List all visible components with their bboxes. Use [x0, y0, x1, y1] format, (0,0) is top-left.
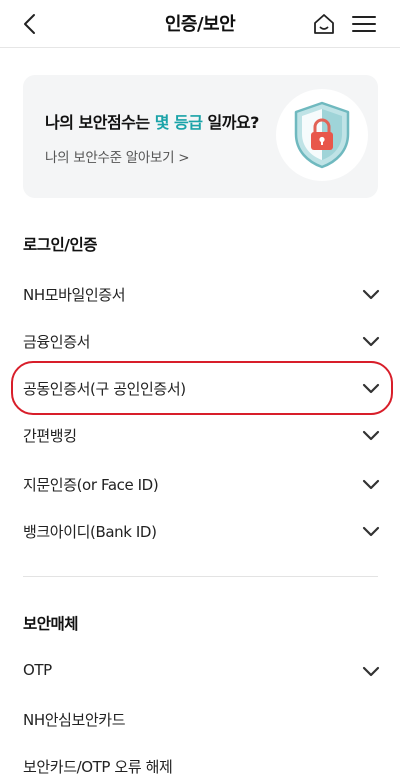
- menu-item-label: NH안심보안카드: [23, 711, 126, 729]
- page-title: 인증/보안: [164, 14, 236, 35]
- security-score-card[interactable]: 나의 보안점수는 몇 등급 일까요? 나의 보안수준 알아보기 >: [23, 75, 378, 198]
- top-bar: 인증/보안: [0, 0, 400, 48]
- security-level-link-text: 나의 보안수준 알아보기: [45, 150, 175, 166]
- menu-item-financial-cert[interactable]: 금융인증서: [0, 319, 400, 363]
- chevron-down-icon: [362, 383, 380, 394]
- score-title-part-1: 나의 보안점수는: [45, 113, 155, 132]
- menu-item-simple-banking[interactable]: 간편뱅킹: [0, 413, 400, 457]
- chevron-down-icon: [362, 479, 380, 490]
- security-level-link[interactable]: 나의 보안수준 알아보기 >: [45, 146, 190, 166]
- menu-item-bank-id[interactable]: 뱅크아이디(Bank ID): [0, 509, 400, 553]
- menu-item-label: 뱅크아이디(Bank ID): [23, 523, 157, 541]
- menu-item-nh-security-card[interactable]: NH안심보안카드: [0, 697, 400, 741]
- section-title-login: 로그인/인증: [23, 236, 97, 254]
- score-title-accent: 몇 등급: [154, 113, 203, 132]
- chevron-right-icon: >: [178, 150, 190, 166]
- home-button[interactable]: [308, 8, 340, 40]
- shield-lock-icon: [294, 101, 350, 169]
- chevron-down-icon: [362, 289, 380, 300]
- menu-item-fingerprint-auth[interactable]: 지문인증(or Face ID): [0, 462, 400, 506]
- menu-item-label: 보안카드/OTP 오류 해제: [23, 758, 173, 776]
- menu-item-security-card-otp-unlock[interactable]: 보안카드/OTP 오류 해제: [0, 744, 400, 777]
- hamburger-menu-icon: [352, 16, 376, 32]
- section-divider: [23, 576, 378, 577]
- menu-item-nh-mobile-cert[interactable]: NH모바일인증서: [0, 272, 400, 316]
- chevron-down-icon: [362, 336, 380, 347]
- menu-item-label: 지문인증(or Face ID): [23, 476, 159, 494]
- menu-item-otp[interactable]: OTP: [0, 649, 400, 693]
- home-icon: [314, 14, 334, 34]
- section-title-security-media: 보안매체: [23, 615, 79, 633]
- chevron-down-icon: [362, 666, 380, 677]
- shield-illustration: [276, 89, 368, 181]
- menu-item-joint-cert[interactable]: 공동인증서(구 공인인증서): [0, 366, 400, 410]
- menu-item-label: OTP: [23, 661, 52, 679]
- menu-item-label: 공동인증서(구 공인인증서): [23, 380, 186, 398]
- menu-button[interactable]: [348, 8, 380, 40]
- score-card-title: 나의 보안점수는 몇 등급 일까요?: [45, 109, 259, 133]
- menu-item-label: 간편뱅킹: [23, 427, 77, 445]
- menu-item-label: NH모바일인증서: [23, 286, 126, 304]
- chevron-down-icon: [362, 430, 380, 441]
- score-title-part-2: 일까요?: [202, 113, 259, 132]
- menu-item-label: 금융인증서: [23, 333, 91, 351]
- chevron-down-icon: [362, 526, 380, 537]
